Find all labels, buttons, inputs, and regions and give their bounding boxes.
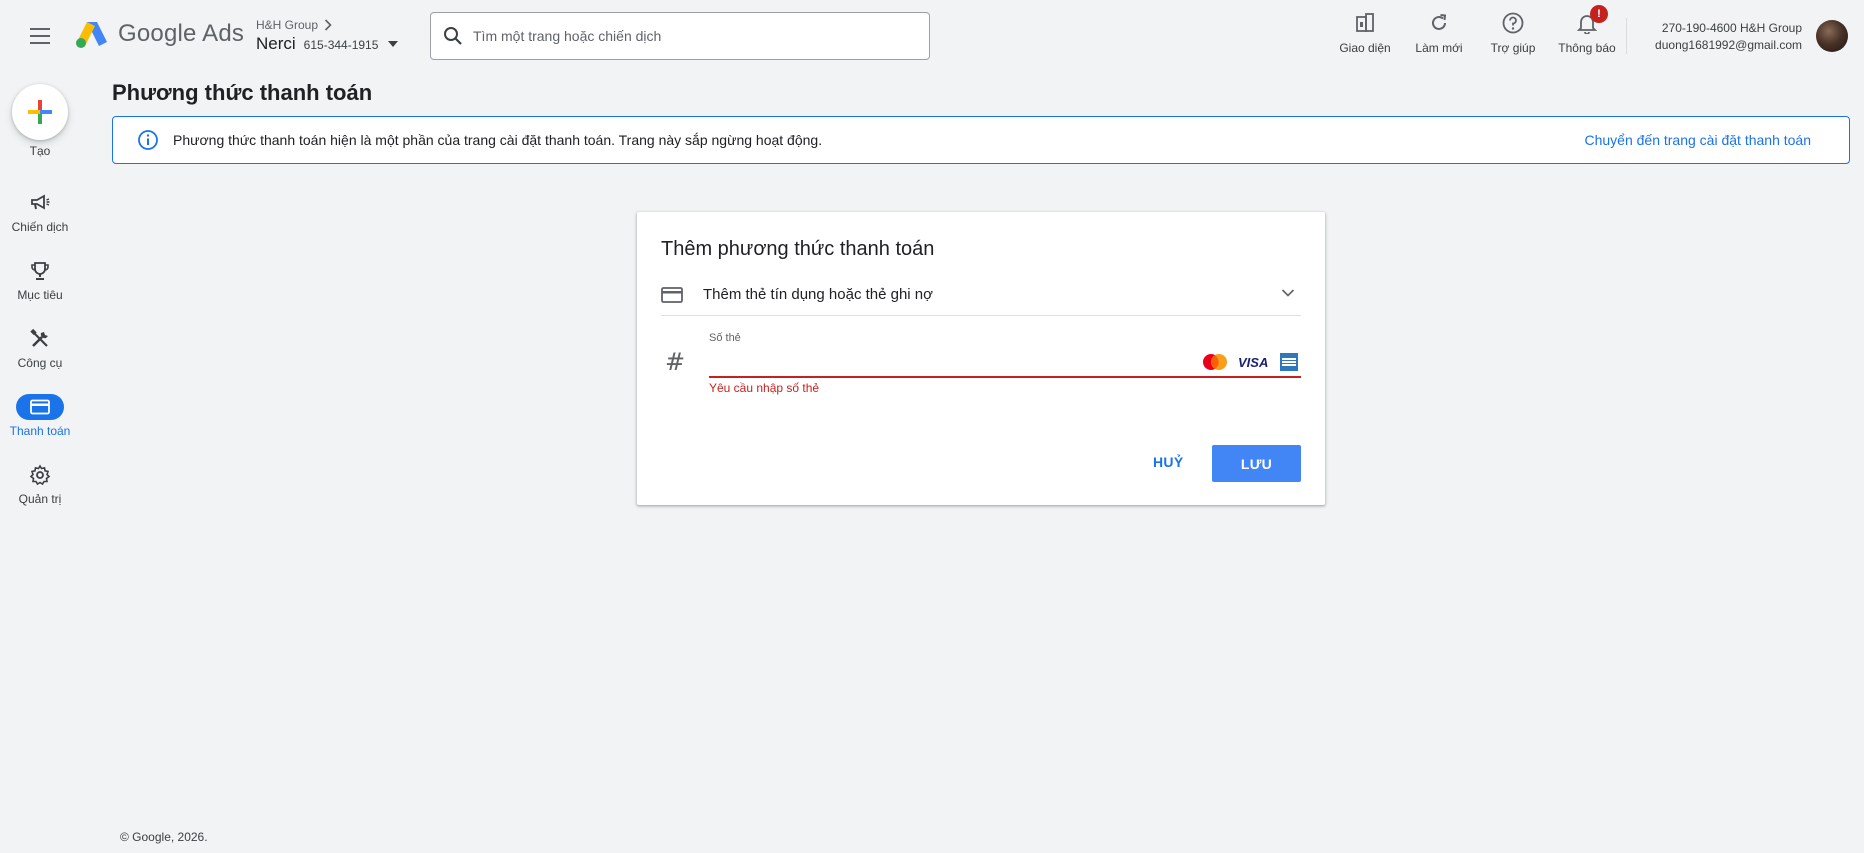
card-number-field[interactable]: VISA <box>709 348 1301 378</box>
notifications-button[interactable]: ! Thông báo <box>1550 5 1624 55</box>
hash-icon: # <box>665 348 686 376</box>
credit-card-icon <box>30 399 50 415</box>
info-icon <box>138 130 158 150</box>
nav-label-billing: Thanh toán <box>9 424 71 438</box>
search-box[interactable] <box>430 12 930 60</box>
amex-icon <box>1280 353 1298 371</box>
account-switcher[interactable]: H&H Group Nerci 615-344-1915 <box>256 18 399 54</box>
user-email: duong1681992@gmail.com <box>1655 38 1802 52</box>
tools-icon <box>30 328 48 347</box>
trophy-icon <box>31 262 49 280</box>
svg-text:VISA: VISA <box>1238 355 1268 369</box>
dialog-title: Thêm phương thức thanh toán <box>661 238 935 260</box>
caret-down-icon <box>388 41 399 47</box>
nav-item-campaigns[interactable]: Chiến dịch <box>0 190 80 234</box>
nav-item-admin[interactable]: Quản trị <box>0 462 80 506</box>
nav-label-tools: Công cụ <box>17 356 63 370</box>
help-button[interactable]: Trợ giúp <box>1476 8 1550 55</box>
appearance-button[interactable]: Giao diện <box>1328 8 1402 55</box>
refresh-label: Làm mới <box>1415 41 1463 55</box>
top-actions: Giao diện Làm mới Trợ giúp ! Thông báo <box>1328 5 1624 55</box>
save-button[interactable]: LƯU <box>1212 445 1301 482</box>
plus-icon <box>28 100 52 124</box>
card-number-input[interactable] <box>709 348 1169 374</box>
account-name: Nerci <box>256 34 296 53</box>
search-input[interactable] <box>473 28 929 44</box>
nav-label-campaigns: Chiến dịch <box>11 220 69 234</box>
parent-account[interactable]: H&H Group <box>256 18 398 32</box>
nav-item-tools[interactable]: Công cụ <box>0 326 80 370</box>
chevron-right-icon <box>324 19 332 31</box>
cancel-button[interactable]: HUỶ <box>1147 446 1189 478</box>
google-ads-logo-icon <box>76 22 107 48</box>
google-ads-logo[interactable]: Google Ads <box>74 16 244 52</box>
avatar[interactable] <box>1816 20 1848 52</box>
appearance-label: Giao diện <box>1339 41 1391 55</box>
help-label: Trợ giúp <box>1490 41 1536 55</box>
chevron-down-icon <box>1281 289 1295 297</box>
mastercard-icon <box>1203 354 1227 370</box>
credit-card-icon <box>661 286 683 303</box>
create-button[interactable] <box>12 84 68 140</box>
page-title: Phương thức thanh toán <box>112 80 373 105</box>
card-brands: VISA <box>1201 352 1299 372</box>
megaphone-icon <box>31 194 50 210</box>
appearance-icon <box>1350 8 1380 38</box>
refresh-icon <box>1424 8 1454 38</box>
top-bar: Google Ads H&H Group Nerci 615-344-1915 … <box>0 0 1864 72</box>
current-account[interactable]: Nerci 615-344-1915 <box>256 34 399 54</box>
footer-copyright: © Google, 2026. <box>120 830 208 844</box>
notification-badge: ! <box>1590 5 1608 23</box>
create-label: Tạo <box>29 144 51 158</box>
main-menu-button[interactable] <box>26 24 54 48</box>
visa-icon: VISA <box>1238 355 1268 369</box>
header-divider <box>1626 18 1627 54</box>
gear-icon <box>29 464 51 486</box>
nav-label-goals: Mục tiêu <box>17 288 63 302</box>
search-icon <box>444 27 462 45</box>
nav-item-billing[interactable]: Thanh toán <box>0 394 80 438</box>
card-number-label: Số thẻ <box>709 332 741 344</box>
user-info[interactable]: 270-190-4600 H&H Group duong1681992@gmai… <box>1655 20 1802 54</box>
billing-settings-link[interactable]: Chuyển đến trang cài đặt thanh toán <box>1584 132 1811 148</box>
deprecation-banner: Phương thức thanh toán hiện là một phần … <box>112 116 1850 164</box>
user-account-line: 270-190-4600 H&H Group <box>1661 21 1802 35</box>
payment-method-selector[interactable]: Thêm thẻ tín dụng hoặc thẻ ghi nợ <box>661 278 1301 316</box>
banner-message: Phương thức thanh toán hiện là một phần … <box>173 132 823 148</box>
app-name: Google Ads <box>118 20 245 47</box>
refresh-button[interactable]: Làm mới <box>1402 8 1476 55</box>
nav-label-admin: Quản trị <box>18 492 62 506</box>
notifications-label: Thông báo <box>1558 41 1616 55</box>
scrollbar[interactable] <box>1854 72 1864 853</box>
help-icon <box>1498 8 1528 38</box>
payment-method-label: Thêm thẻ tín dụng hoặc thẻ ghi nợ <box>703 286 933 303</box>
nav-item-goals[interactable]: Mục tiêu <box>0 258 80 302</box>
parent-account-name: H&H Group <box>256 18 319 32</box>
card-number-error: Yêu cầu nhập số thẻ <box>709 381 820 395</box>
account-id: 615-344-1915 <box>303 38 379 52</box>
add-payment-method-dialog: Thêm phương thức thanh toán Thêm thẻ tín… <box>637 212 1325 505</box>
